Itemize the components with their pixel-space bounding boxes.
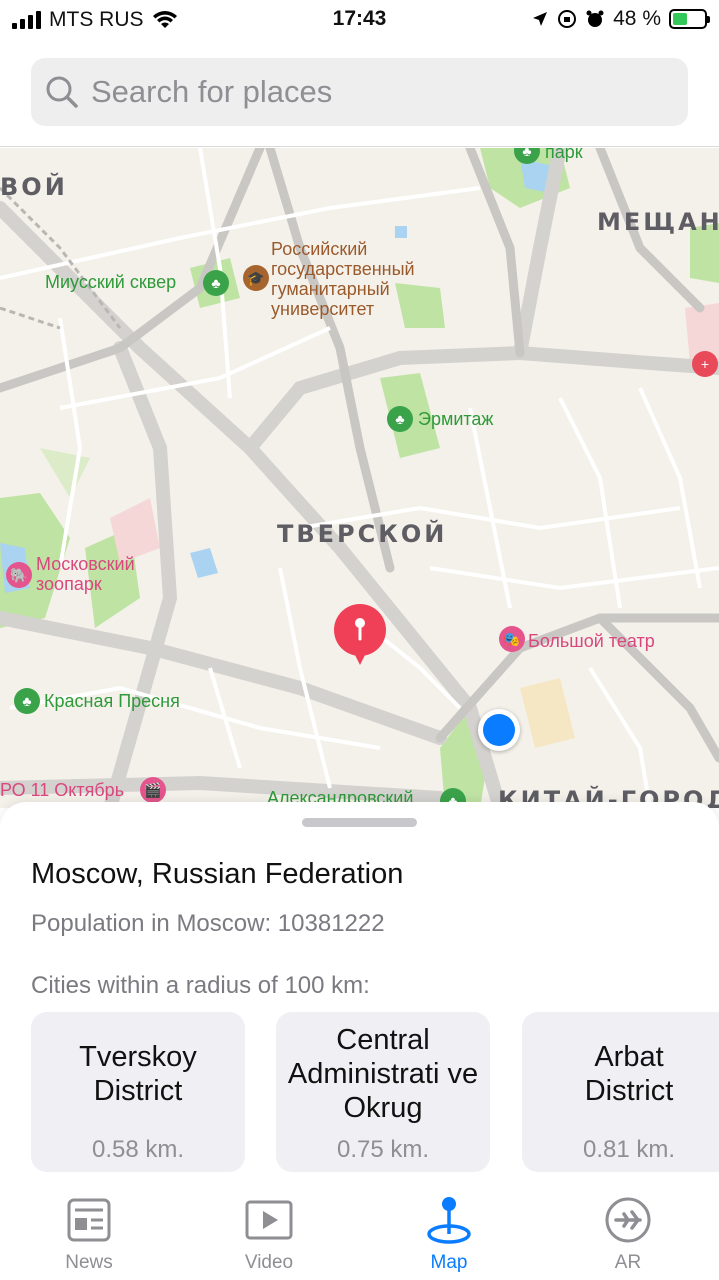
city-card[interactable]: Central Administrati ve Okrug 0.75 km. [276,1012,490,1172]
map-label-zoo: Московский зоопарк [36,554,135,594]
tab-map[interactable]: Map [399,1194,499,1274]
map-view[interactable]: ВОЙ МЕЩАНС ТВЕРСКОЙ КИТАЙ-ГОРОД ♣ парк М… [0,148,719,808]
place-details-sheet: Moscow, Russian Federation Population in… [0,802,719,1180]
district-label: ТВЕРСКОЙ [277,520,448,548]
city-name: Central Administrati ve Okrug [287,1024,479,1124]
battery-icon [669,9,710,29]
district-label: МЕЩАНС [597,208,719,236]
tab-bar: News Video Map AR [0,1180,719,1280]
search-box[interactable] [31,58,688,126]
tab-label: Video [244,1252,294,1273]
population-text: Population in Moscow: 10381222 [31,910,385,937]
map-pin-icon [427,1197,471,1244]
map-label-miussky: Миусский сквер [45,272,177,292]
orientation-lock-icon [558,10,577,28]
nearby-cities-carousel[interactable]: Tverskoy District 0.58 km. Central Admin… [31,1012,719,1174]
map-label-oktyabr: РО 11 Октябрь [0,780,125,800]
tab-label: News [65,1252,113,1273]
hospital-icon[interactable]: + [692,351,718,377]
location-arrow-icon [533,12,548,26]
search-bar-container [0,44,719,147]
alarm-icon [586,10,604,27]
city-card[interactable]: Tverskoy District 0.58 km. [31,1012,245,1172]
video-icon [245,1200,293,1240]
dropped-pin-icon[interactable] [333,603,387,672]
map-label-hermitage: Эрмитаж [418,409,494,429]
map-label-university: Российский государственный гуманитарный … [271,239,415,319]
map-label-bolshoi: Большой театр [528,631,655,651]
city-distance: 0.75 km. [336,1136,430,1163]
status-bar: MTS RUS 17:43 48 % [0,0,719,44]
city-name: Arbat District [584,1041,674,1107]
city-name: Tverskoy District [79,1041,197,1107]
place-title: Moscow, Russian Federation [31,858,404,890]
search-icon [46,76,78,108]
park-icon[interactable]: ♣ [203,270,229,296]
tab-ar[interactable]: AR [578,1194,678,1274]
news-icon [67,1198,111,1242]
map-label-park: парк [545,148,583,162]
city-distance: 0.81 km. [582,1136,676,1163]
search-input[interactable] [91,74,651,110]
university-icon[interactable]: 🎓 [243,265,269,291]
battery-percent: 48 % [613,7,661,30]
park-icon[interactable]: ♣ [387,406,413,432]
tab-video[interactable]: Video [219,1194,319,1274]
zoo-icon[interactable]: 🐘 [6,562,32,588]
map-label-krasnaya: Красная Пресня [44,691,180,711]
park-icon[interactable]: ♣ [14,688,40,714]
airplane-icon [605,1197,651,1243]
nearby-cities-label: Cities within a radius of 100 km: [31,972,370,999]
user-location-icon[interactable] [478,709,520,751]
tab-label: Map [430,1252,468,1273]
theater-icon[interactable]: 🎭 [499,626,525,652]
city-distance: 0.58 km. [91,1136,185,1163]
cinema-icon[interactable]: 🎬 [140,777,166,803]
sheet-grabber[interactable] [302,818,417,827]
city-card[interactable]: Arbat District 0.81 km. [522,1012,719,1172]
district-label: ВОЙ [0,173,68,201]
tab-news[interactable]: News [39,1194,139,1274]
tab-label: AR [614,1252,642,1273]
